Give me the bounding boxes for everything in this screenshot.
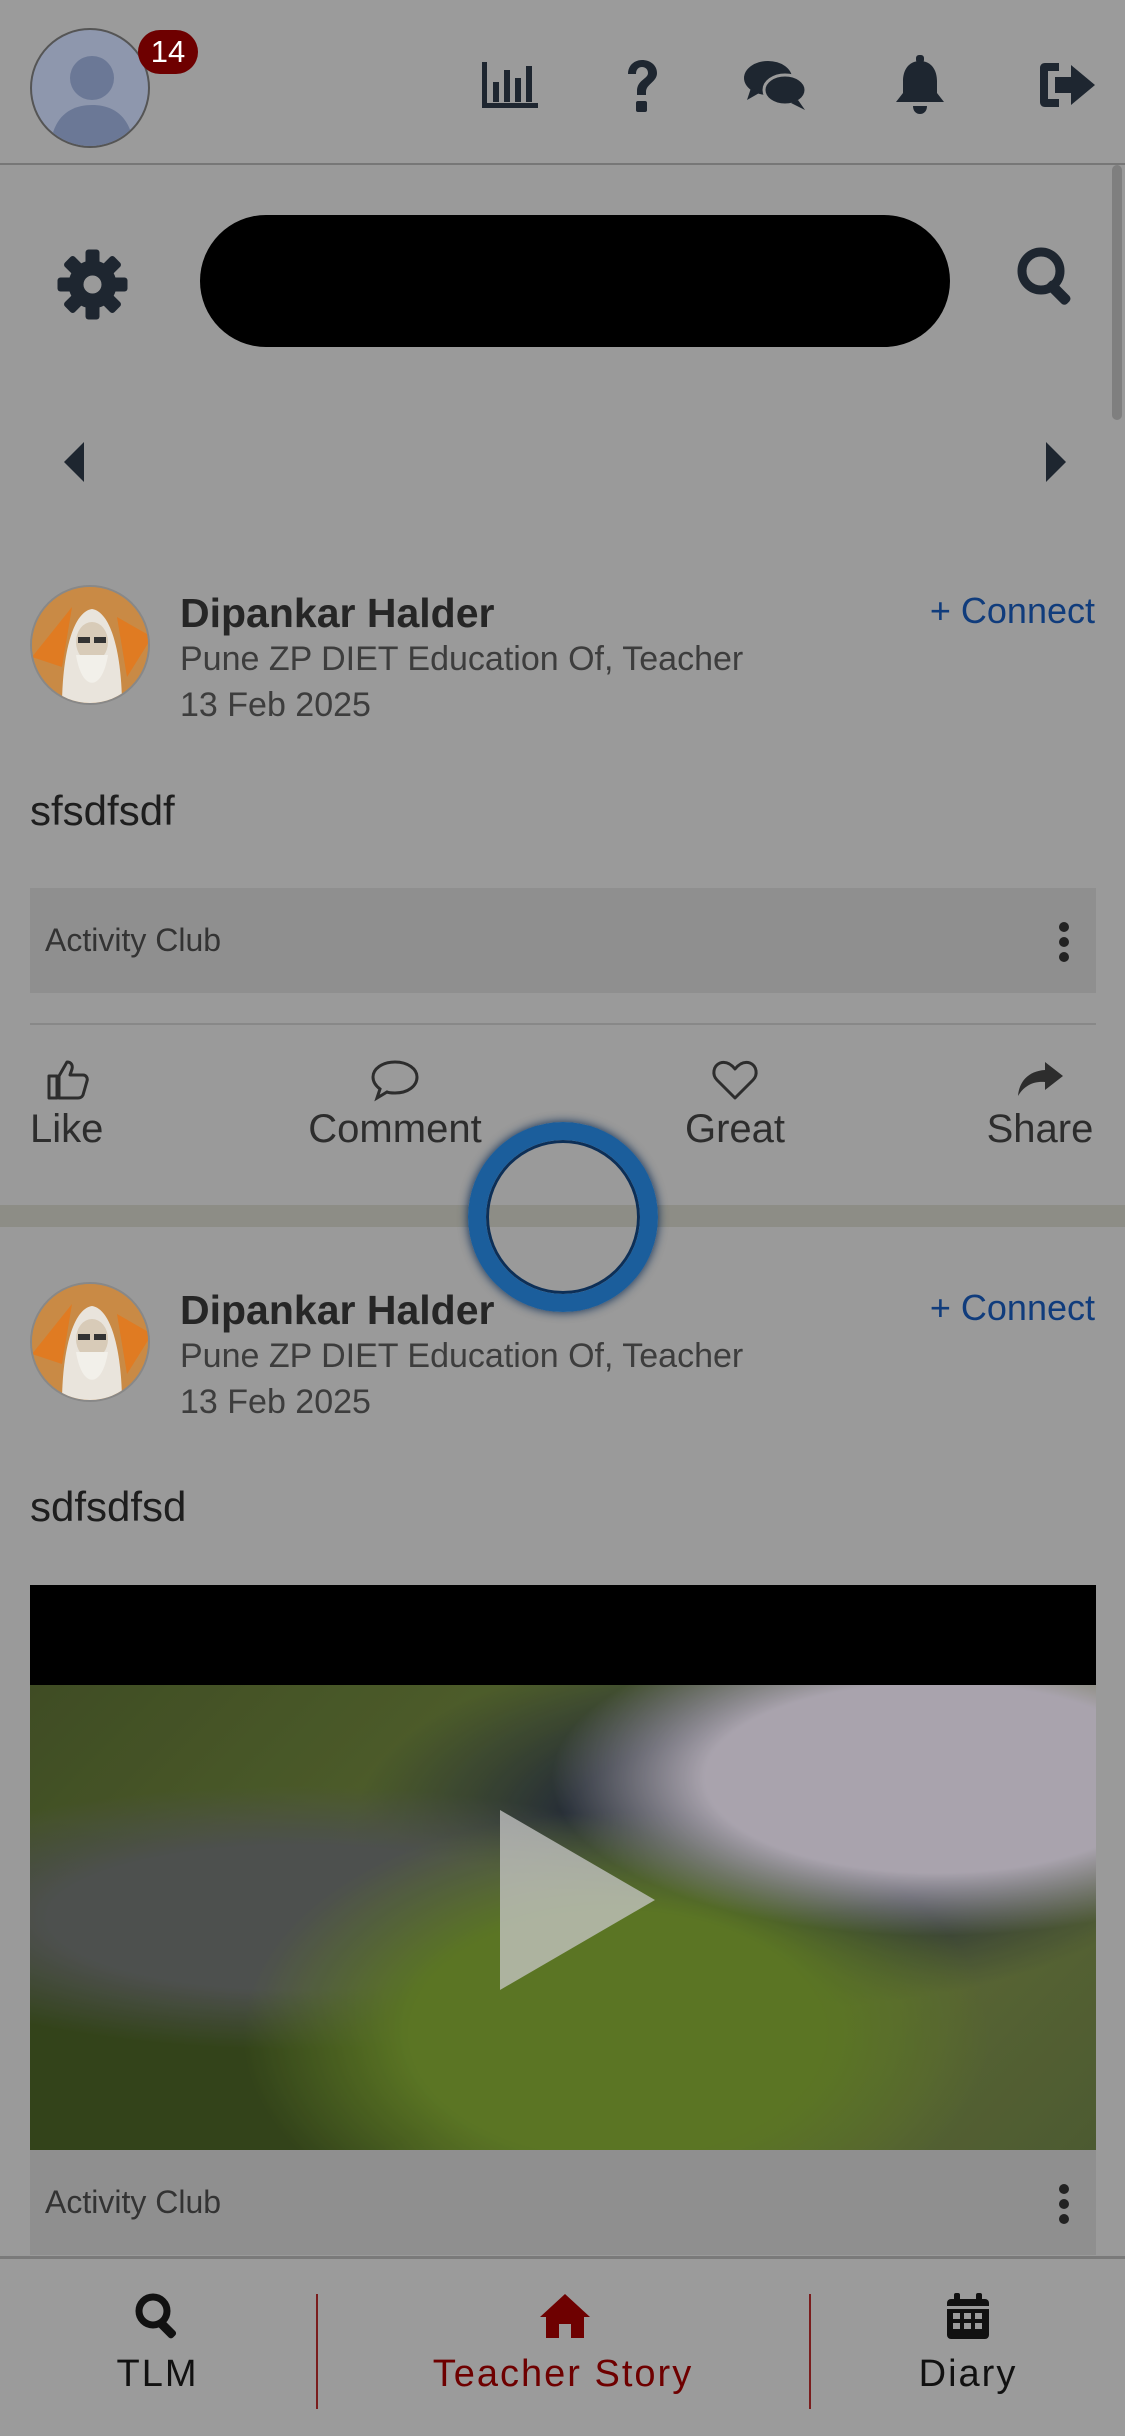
comment-label: Comment [308, 1107, 482, 1151]
post-text: sdfsdfsd [30, 1483, 187, 1530]
notification-count-badge: 14 [138, 30, 198, 74]
comment-button[interactable]: Comment [300, 1058, 490, 1152]
author-subtitle: Pune ZP DIET Education Of, Teacher [180, 1337, 744, 1375]
club-label[interactable]: Activity Club [45, 922, 221, 959]
logout-button[interactable] [1032, 50, 1102, 120]
author-avatar[interactable] [30, 585, 150, 705]
nav-item-teacher-story[interactable]: Teacher Story [318, 2259, 808, 2436]
more-options-icon[interactable] [1059, 2184, 1071, 2224]
share-icon [1018, 1062, 1063, 1096]
nav-label-diary: Diary [918, 2353, 1018, 2395]
author-avatar[interactable] [30, 1282, 150, 1402]
share-label: Share [986, 1107, 1094, 1151]
connect-button[interactable]: + Connect [930, 590, 1095, 632]
share-button[interactable]: Share [980, 1058, 1100, 1152]
like-label: Like [30, 1107, 104, 1151]
club-bar: Activity Club [30, 888, 1096, 993]
great-button[interactable]: Great [680, 1058, 790, 1152]
author-name[interactable]: Dipankar Halder [180, 1287, 494, 1334]
nav-label-teacher-story: Teacher Story [432, 2353, 694, 2395]
author-portrait-icon [32, 1284, 148, 1400]
caret-right-icon [1046, 442, 1066, 482]
home-icon [540, 2294, 590, 2338]
help-icon [628, 59, 657, 112]
carousel-next-button[interactable] [1040, 440, 1070, 485]
chat-icon [743, 60, 807, 110]
profile-avatar[interactable] [30, 28, 150, 148]
comment-icon [371, 1060, 419, 1102]
author-portrait-icon [32, 587, 148, 703]
help-button[interactable] [607, 50, 677, 120]
calendar-icon [947, 2293, 989, 2339]
top-header: 14 [0, 0, 1125, 165]
stats-button[interactable] [475, 50, 545, 120]
connect-button[interactable]: + Connect [930, 1287, 1095, 1329]
author-name[interactable]: Dipankar Halder [180, 590, 494, 637]
caret-left-icon [64, 442, 84, 482]
divider [30, 1023, 1096, 1025]
carousel-prev-button[interactable] [60, 440, 90, 485]
thumbs-up-icon [47, 1060, 89, 1100]
messages-button[interactable] [740, 50, 810, 120]
search-button[interactable] [1015, 245, 1085, 315]
notifications-button[interactable] [885, 50, 955, 120]
video-player[interactable] [30, 1585, 1096, 2150]
search-icon [1017, 247, 1071, 305]
post-text: sfsdfsdf [30, 787, 175, 834]
bell-icon [896, 55, 944, 114]
post-date: 13 Feb 2025 [180, 1383, 371, 1421]
bottom-navigation: TLM Teacher Story Diary [0, 2256, 1125, 2436]
nav-item-diary[interactable]: Diary [811, 2259, 1125, 2436]
heart-icon [712, 1060, 758, 1100]
nav-label-tlm: TLM [116, 2353, 199, 2395]
gear-icon [57, 249, 128, 320]
page-scrollbar[interactable] [1112, 165, 1122, 420]
search-icon [135, 2293, 176, 2339]
loading-spinner [468, 1122, 658, 1312]
user-silhouette-icon [50, 56, 134, 146]
bar-chart-icon [482, 62, 538, 108]
post-date: 13 Feb 2025 [180, 686, 371, 724]
like-button[interactable]: Like [30, 1058, 140, 1152]
logout-icon [1040, 63, 1095, 107]
play-icon[interactable] [500, 1810, 655, 1990]
more-options-icon[interactable] [1059, 922, 1071, 962]
nav-item-tlm[interactable]: TLM [0, 2259, 315, 2436]
search-input[interactable] [200, 215, 950, 347]
club-label[interactable]: Activity Club [45, 2184, 221, 2221]
club-bar: Activity Club [30, 2150, 1096, 2255]
author-subtitle: Pune ZP DIET Education Of, Teacher [180, 640, 744, 678]
great-label: Great [684, 1107, 786, 1151]
settings-button[interactable] [55, 247, 130, 322]
